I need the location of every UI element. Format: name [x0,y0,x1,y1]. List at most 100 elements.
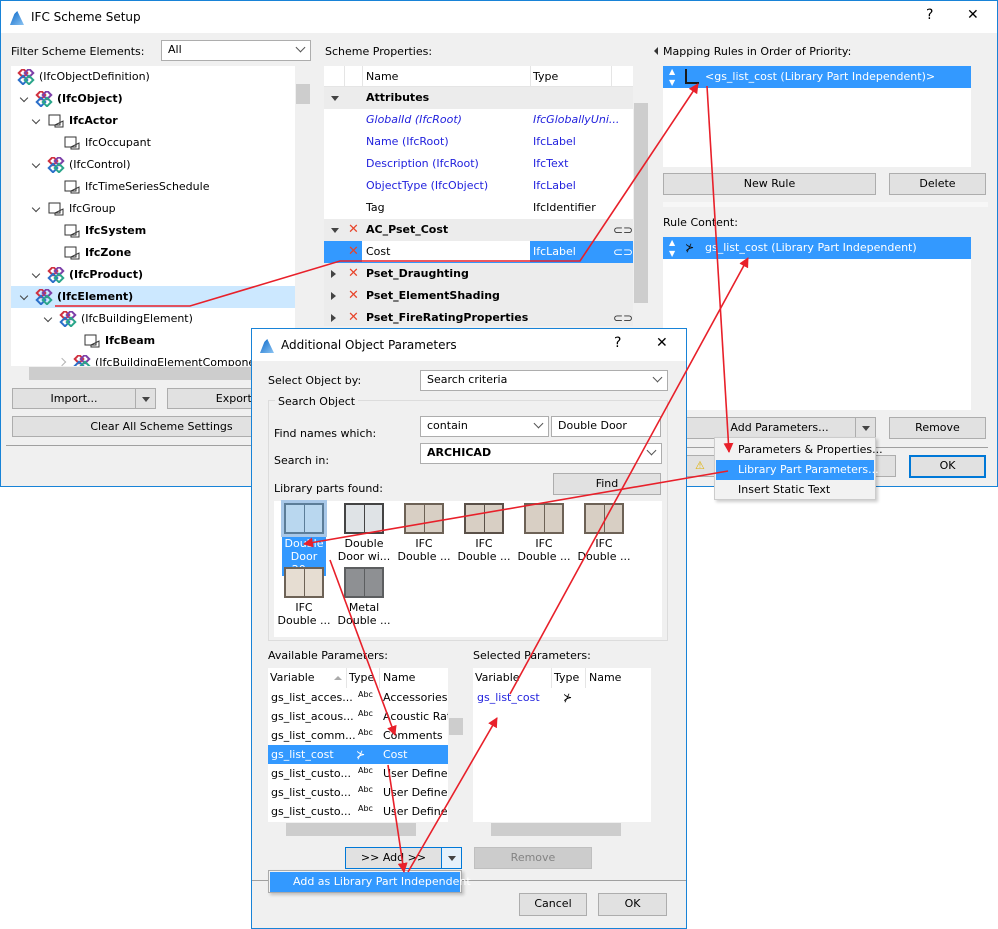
expand-chevron-icon[interactable] [31,159,41,169]
library-part-tile[interactable]: Metal Double ... [334,565,394,629]
menu-item-insert-static-text[interactable]: Insert Static Text [716,480,874,500]
add-parameters-button[interactable]: Add Parameters... [663,417,876,439]
expand-chevron-icon[interactable] [31,115,41,125]
remove-x-icon[interactable]: ✕ [348,241,359,263]
available-horizontal-scrollbar[interactable] [268,822,464,837]
library-part-tile[interactable]: IFC Double ... [274,565,334,629]
selected-parameters-table[interactable]: Variable Type Name gs_list_cost ⊁ [473,668,651,822]
remove-x-icon[interactable]: ✕ [348,307,359,326]
column-header-variable[interactable]: Variable [270,668,315,688]
menu-item-library-part-parameters[interactable]: Library Part Parameters... [716,460,879,480]
library-part-tile[interactable]: IFC Double ... [514,501,574,565]
remove-x-icon[interactable]: ✕ [348,219,359,241]
table-row[interactable]: gs_list_custo... Abc User Defined [268,802,448,821]
property-row[interactable]: Attributes [324,87,633,109]
tree-item[interactable]: (IfcObjectDefinition) [11,66,311,88]
expand-chevron-icon[interactable] [57,357,67,367]
add-parameters-dropdown-arrow[interactable] [855,418,875,438]
selected-horizontal-scrollbar[interactable] [473,822,667,837]
available-scrollbar[interactable] [448,688,464,822]
property-row[interactable]: ✕ AC_Pset_Cost ⊂⊃ [324,219,633,241]
available-parameters-table[interactable]: Variable Type Name gs_list_acces... Abc Ac… [268,668,448,822]
rule-content-list[interactable]: ▲ ▼ ⊁ gs_list_cost (Library Part Independ… [663,237,971,410]
link-icon[interactable]: ⊂⊃ [613,219,633,241]
tree-item[interactable]: IfcTimeSeriesSchedule [11,176,311,198]
menu-item-parameters-properties[interactable]: Parameters & Properties... [716,440,883,460]
tree-item[interactable]: (IfcElement) [11,286,295,308]
cancel-button[interactable]: Cancel [519,893,587,916]
tree-item[interactable]: (IfcControl) [11,154,311,176]
property-row[interactable]: Description (IfcRoot) IfcText [324,153,633,175]
select-by-dropdown[interactable]: Search criteria [420,370,668,391]
import-button[interactable]: Import... [12,388,156,409]
column-header-type[interactable]: Type [554,668,579,688]
column-header-name[interactable]: Name [589,668,621,688]
expand-chevron-icon[interactable] [31,203,41,213]
property-row[interactable]: ✕ Pset_ElementShading [324,285,633,307]
menu-item-add-library-part-independent[interactable]: Add as Library Part Independent [270,872,471,892]
delete-button[interactable]: Delete [889,173,986,195]
rule-content-scrollbar[interactable] [971,237,987,410]
tree-item[interactable]: (IfcObject) [11,88,311,110]
expand-chevron-icon[interactable] [19,93,29,103]
help-button[interactable]: ? [926,7,933,23]
expand-chevron-icon[interactable] [43,313,53,323]
property-row[interactable]: GlobalId (IfcRoot) IfcGloballyUni... [324,109,633,131]
library-part-tile[interactable]: IFC Double ... [454,501,514,565]
find-mode-select[interactable]: contain [420,416,549,437]
close-button[interactable]: ✕ [656,335,668,351]
column-header-variable[interactable]: Variable [475,668,520,688]
find-button[interactable]: Find [553,473,661,495]
rule-content-item[interactable]: ▲ ▼ ⊁ gs_list_cost (Library Part Independ… [663,237,971,259]
property-row[interactable]: ✕ Pset_Draughting [324,263,633,285]
new-rule-button[interactable]: New Rule [663,173,876,195]
library-part-tile[interactable]: IFC Double ... [574,501,634,565]
library-part-tile[interactable]: Double Door wi... [334,501,394,565]
filter-select[interactable]: All [161,40,311,61]
properties-scrollbar[interactable] [633,87,649,326]
expand-triangle-icon[interactable] [331,270,340,278]
collapse-triangle-icon[interactable] [331,96,339,105]
tree-item[interactable]: (IfcBuildingElement) [11,308,311,330]
add-button[interactable]: >> Add >> [345,847,462,869]
find-text-input[interactable]: Double Door [551,416,661,437]
table-row[interactable]: gs_list_comm... Abc Comments [268,726,448,745]
reorder-icon[interactable]: ▲ ▼ [669,237,675,259]
reorder-icon[interactable]: ▲ ▼ [669,66,675,88]
expand-triangle-icon[interactable] [331,292,340,300]
remove-x-icon[interactable]: ✕ [348,263,359,285]
library-part-tile[interactable]: DoubleDoor 20... [274,500,334,576]
mapping-rules-list[interactable]: ▲ ▼ <gs_list_cost (Library Part Independe… [663,66,971,167]
import-dropdown-arrow[interactable] [135,389,155,408]
table-row[interactable]: gs_list_cost ⊁ [473,688,651,707]
scheme-tree[interactable]: (IfcObjectDefinition) (IfcObject) IfcActor… [11,66,311,367]
tree-vertical-scrollbar[interactable] [295,66,311,366]
tree-item[interactable]: IfcActor [11,110,311,132]
column-header-type[interactable]: Type [533,66,558,87]
column-header-name[interactable]: Name [383,668,415,688]
tree-item[interactable]: IfcSystem [11,220,311,242]
property-row[interactable]: ObjectType (IfcObject) IfcLabel [324,175,633,197]
mapping-rule-item[interactable]: ▲ ▼ <gs_list_cost (Library Part Independe… [663,66,971,88]
tree-item[interactable]: IfcOccupant [11,132,311,154]
ok-button[interactable]: OK [598,893,667,916]
library-parts-grid[interactable]: DoubleDoor 20...DoubleDoor wi...IFCDoubl… [274,500,662,637]
property-row[interactable]: ✕ Pset_FireRatingProperties ⊂⊃ [324,307,633,326]
link-icon[interactable]: ⊂⊃ [613,241,633,263]
collapse-left-icon[interactable] [654,47,658,55]
close-button[interactable]: ✕ [967,7,979,23]
expand-triangle-icon[interactable] [331,314,340,322]
search-in-select[interactable]: ARCHICAD [420,443,662,464]
library-part-tile[interactable]: IFC Double ... [394,501,454,565]
property-row[interactable]: ✕ Cost IfcLabel ⊂⊃ [324,241,633,263]
remove-x-icon[interactable]: ✕ [348,285,359,307]
collapse-triangle-icon[interactable] [331,228,339,237]
selected-scrollbar[interactable] [651,688,667,822]
add-dropdown-arrow[interactable] [441,848,461,868]
scheme-properties-table[interactable]: Name Type Attributes GlobalId (IfcRoot) If… [324,66,633,326]
tree-item[interactable]: IfcZone [11,242,311,264]
tree-item[interactable]: IfcGroup [11,198,311,220]
help-button[interactable]: ? [614,335,621,351]
column-header-name[interactable]: Name [366,66,398,87]
ok-button[interactable]: OK [909,455,986,478]
